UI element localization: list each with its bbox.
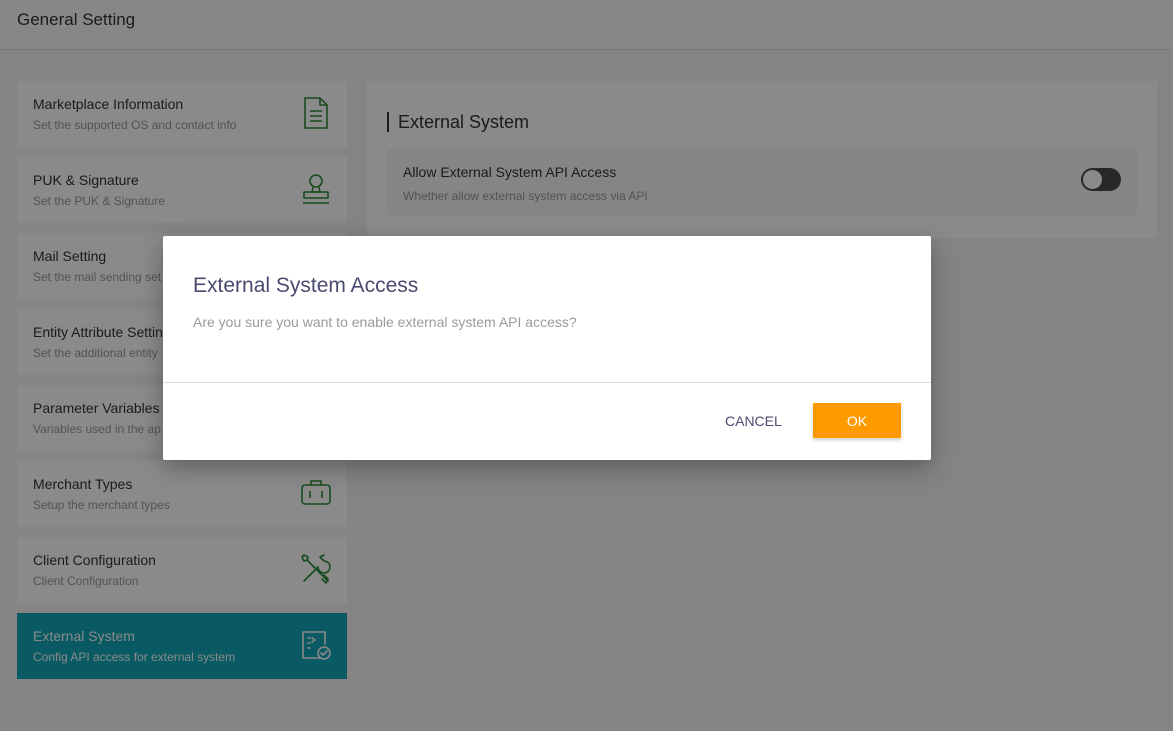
dialog-message: Are you sure you want to enable external… [193,314,577,330]
dialog-divider [163,382,931,383]
dialog-title: External System Access [193,274,419,297]
cancel-button[interactable]: CANCEL [725,413,782,429]
ok-button[interactable]: OK [813,403,901,438]
confirm-dialog: External System Access Are you sure you … [163,236,931,460]
